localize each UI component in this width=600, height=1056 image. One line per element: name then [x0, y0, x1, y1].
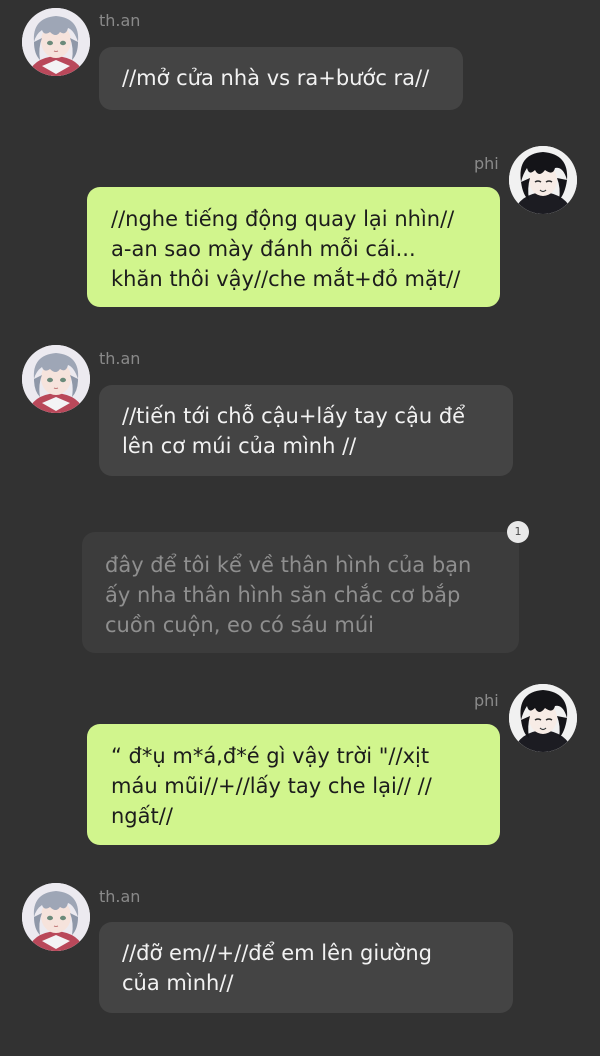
dark-hair-avatar-icon — [509, 146, 577, 214]
sender-name: phi — [474, 154, 499, 173]
message-line: máu mũi//+//lấy tay che lại// // — [111, 774, 432, 798]
message-line: //tiến tới chỗ cậu+lấy tay cậu để — [122, 404, 466, 428]
narration-line: ấy nha thân hình săn chắc cơ bắp — [105, 583, 461, 607]
reply-count-badge[interactable]: 1 — [507, 521, 529, 543]
message-bubble[interactable]: //nghe tiếng động quay lại nhìn// a-an s… — [87, 187, 500, 307]
phi-avatar[interactable] — [509, 684, 577, 752]
message-bubble[interactable]: //mở cửa nhà vs ra+bước ra// — [99, 47, 463, 110]
dark-hair-avatar-icon — [509, 684, 577, 752]
message-line: //mở cửa nhà vs ra+bước ra// — [122, 66, 430, 90]
message-line: a-an sao mày đánh mỗi cái... — [111, 237, 416, 261]
than-avatar[interactable] — [22, 883, 90, 951]
than-avatar[interactable] — [22, 8, 90, 76]
sender-name: th.an — [99, 11, 141, 30]
silver-hair-avatar-icon — [22, 883, 90, 951]
message-line: //nghe tiếng động quay lại nhìn// — [111, 207, 455, 231]
message-bubble[interactable]: //tiến tới chỗ cậu+lấy tay cậu để lên cơ… — [99, 385, 513, 476]
sender-name: phi — [474, 691, 499, 710]
silver-hair-avatar-icon — [22, 8, 90, 76]
silver-hair-avatar-icon — [22, 345, 90, 413]
message-line: ngất// — [111, 804, 173, 828]
message-line: lên cơ múi của mình // — [122, 434, 357, 458]
phi-avatar[interactable] — [509, 146, 577, 214]
narration-bubble[interactable]: đây để tôi kể về thân hình của bạn ấy nh… — [82, 532, 519, 653]
than-avatar[interactable] — [22, 345, 90, 413]
sender-name: th.an — [99, 887, 141, 906]
message-line: của mình// — [122, 971, 234, 995]
message-line: //đỡ em//+//để em lên giường — [122, 941, 432, 965]
message-line: khăn thôi vậy//che mắt+đỏ mặt// — [111, 267, 461, 291]
message-line: “ đ*ụ m*á,đ*é gì vậy trời "//xịt — [111, 744, 430, 768]
message-bubble[interactable]: “ đ*ụ m*á,đ*é gì vậy trời "//xịt máu mũi… — [87, 724, 500, 845]
sender-name: th.an — [99, 349, 141, 368]
narration-line: cuồn cuộn, eo có sáu múi — [105, 613, 374, 637]
narration-line: đây để tôi kể về thân hình của bạn — [105, 553, 472, 577]
message-bubble[interactable]: //đỡ em//+//để em lên giường của mình// — [99, 922, 513, 1013]
